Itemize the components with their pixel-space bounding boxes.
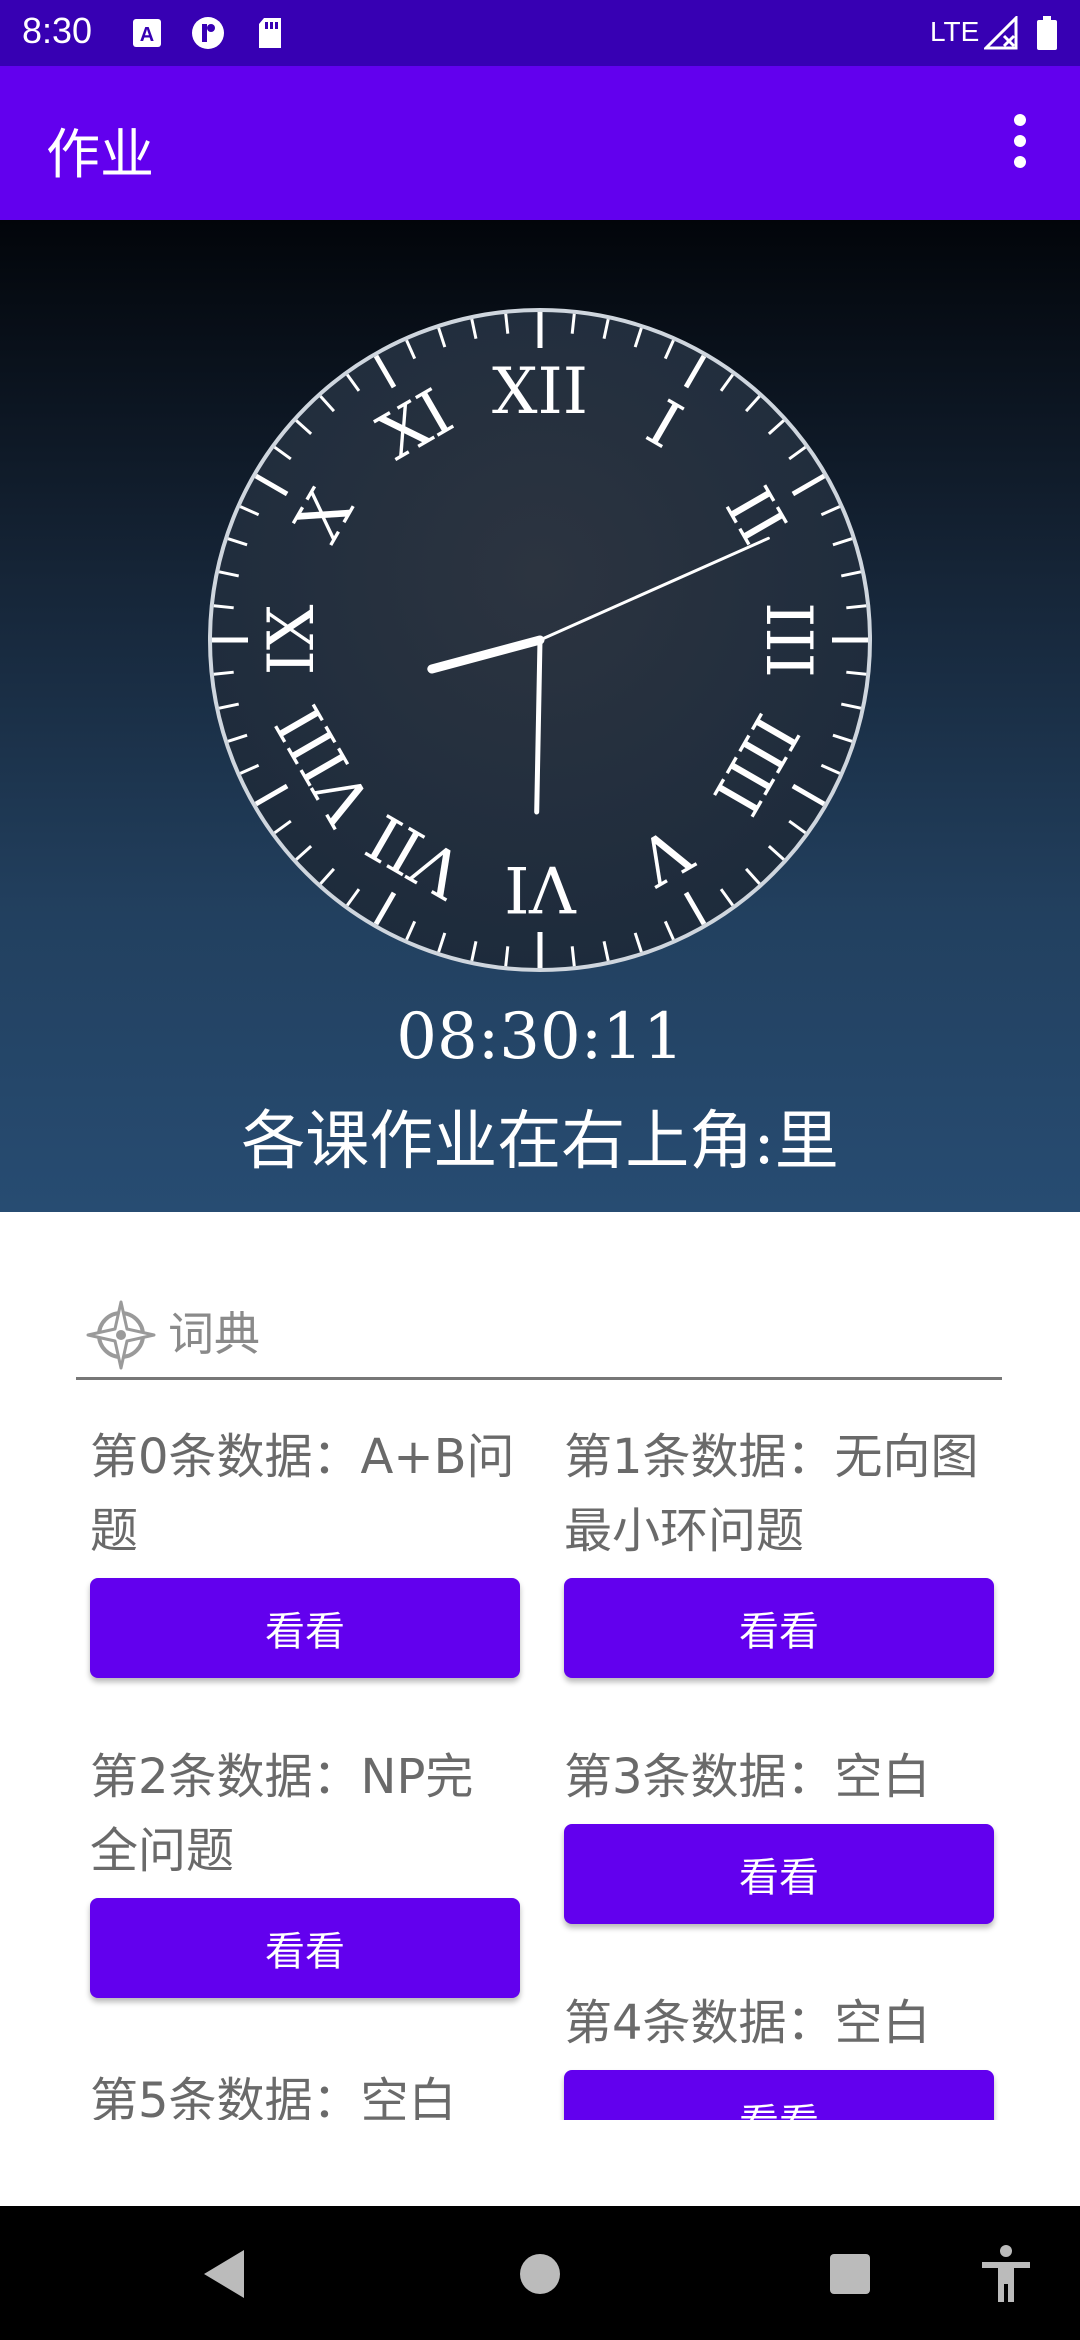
search-bar xyxy=(76,1292,1002,1380)
back-icon[interactable] xyxy=(204,2250,244,2298)
accessibility-icon[interactable] xyxy=(978,2244,1034,2304)
clock-numeral: VI xyxy=(504,851,577,925)
minor-tick xyxy=(504,946,510,967)
more-vertical-icon[interactable] xyxy=(1000,106,1040,176)
app-title: 作业 xyxy=(46,123,154,186)
analog-clock: XII IIIIIIIIIIVVIVIIVIIIIXXXI xyxy=(208,308,872,972)
app-bar: 作业 xyxy=(0,66,1080,220)
hint-text: 各课作业在右上角:里 xyxy=(241,1105,839,1179)
minor-tick xyxy=(213,604,234,610)
cast-circle-icon xyxy=(192,17,224,49)
item-text: 第2条数据：NP完全问题 xyxy=(90,1749,474,1879)
compass-icon xyxy=(86,1300,156,1370)
item-text: 第4条数据：空白 xyxy=(564,1995,931,2051)
minor-tick xyxy=(846,604,867,610)
minor-tick xyxy=(570,313,576,334)
navigation-bar xyxy=(0,2206,1080,2340)
list-item: 第3条数据：空白 看看 xyxy=(564,1740,994,1924)
clock-panel: XII I II III IIII V VI VII VIII IX X XI 08:30:11 各课… xyxy=(0,220,1080,1212)
minor-tick xyxy=(504,313,510,334)
list-item: 第4条数据：空白 看看 xyxy=(564,1986,994,2120)
view-button[interactable]: 看看 xyxy=(90,1578,520,1678)
content-area: 第0条数据：A+B问题 看看 第1条数据：无向图最小环问题 看看 第2条数据：N… xyxy=(0,1212,1080,2120)
network-type: LTE xyxy=(930,16,980,47)
status-time: 8:30 xyxy=(22,10,93,51)
minor-tick xyxy=(846,670,867,676)
clock-numeral: XII xyxy=(492,355,588,429)
minor-tick xyxy=(570,946,576,967)
a-box-icon: A xyxy=(133,19,161,47)
digital-time: 08:30:11 xyxy=(396,1000,684,1074)
list-item: 第5条数据：空白 看看 xyxy=(90,2064,520,2120)
view-button[interactable]: 看看 xyxy=(564,1578,994,1678)
list-item: 第1条数据：无向图最小环问题 看看 xyxy=(564,1420,994,1678)
signal-icon xyxy=(984,16,1018,50)
sd-card-icon xyxy=(259,18,281,48)
battery-icon xyxy=(1037,16,1057,50)
home-icon[interactable] xyxy=(520,2254,560,2294)
view-button[interactable]: 看看 xyxy=(564,2070,994,2120)
view-button[interactable]: 看看 xyxy=(90,1898,520,1998)
list-item: 第0条数据：A+B问题 看看 xyxy=(90,1420,520,1678)
search-input[interactable] xyxy=(168,1302,968,1366)
item-text: 第1条数据：无向图最小环问题 xyxy=(564,1429,979,1559)
minute-hand xyxy=(534,637,543,815)
item-text: 第3条数据：空白 xyxy=(564,1749,931,1805)
item-text: 第0条数据：A+B问题 xyxy=(90,1429,515,1559)
minor-tick xyxy=(213,670,234,676)
clock-numeral: III xyxy=(751,602,825,678)
view-button[interactable]: 看看 xyxy=(564,1824,994,1924)
recents-icon[interactable] xyxy=(830,2254,870,2294)
status-bar: 8:30 A LTE xyxy=(0,0,1080,66)
item-text: 第5条数据：空白 xyxy=(90,2073,457,2120)
clock-numeral: IX xyxy=(255,604,329,675)
svg-text:A: A xyxy=(140,24,154,46)
list-item: 第2条数据：NP完全问题 看看 xyxy=(90,1740,520,1998)
